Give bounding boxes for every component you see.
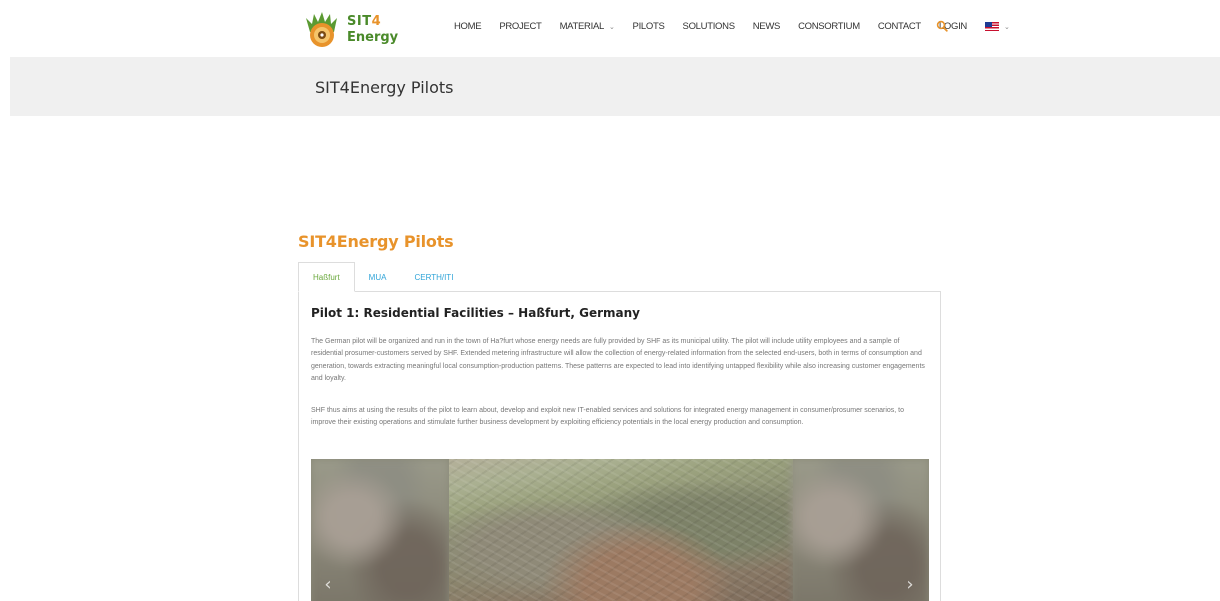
site-header: SIT4 Energy HOME PROJECT MATERIAL ⌄ PILOT… bbox=[0, 0, 1220, 57]
us-flag-icon bbox=[984, 22, 999, 31]
site-logo[interactable]: SIT4 Energy bbox=[300, 8, 410, 52]
nav-pilots[interactable]: PILOTS bbox=[633, 21, 665, 32]
nav-home[interactable]: HOME bbox=[454, 21, 482, 32]
pilot-description-paragraph: SHF thus aims at using the results of th… bbox=[311, 407, 904, 427]
page-title-band: SIT4Energy Pilots bbox=[10, 57, 1220, 116]
tab-hassfurt[interactable]: Haßfurt bbox=[298, 262, 355, 292]
aerial-town-photo bbox=[449, 459, 793, 601]
pilot-tabs: Haßfurt MUA CERTH/ITI bbox=[298, 262, 467, 292]
chevron-right-icon[interactable]: › bbox=[903, 573, 917, 595]
chevron-down-icon: ⌄ bbox=[1003, 23, 1010, 31]
nav-contact[interactable]: CONTACT bbox=[878, 21, 921, 32]
tab-mua[interactable]: MUA bbox=[355, 262, 401, 292]
language-selector[interactable]: ⌄ bbox=[984, 22, 1010, 31]
image-carousel[interactable]: ‹ › bbox=[311, 459, 929, 601]
logo-text-sit4: SIT4 bbox=[347, 14, 382, 29]
chevron-down-icon: ⌄ bbox=[608, 23, 615, 31]
section-heading: SIT4Energy Pilots bbox=[298, 232, 454, 251]
logo-text-energy: Energy bbox=[347, 30, 399, 45]
search-icon[interactable] bbox=[936, 20, 948, 32]
nav-solutions[interactable]: SOLUTIONS bbox=[683, 21, 736, 32]
chevron-left-icon[interactable]: ‹ bbox=[321, 573, 335, 595]
page-title: SIT4Energy Pilots bbox=[315, 78, 454, 97]
nav-consortium[interactable]: CONSORTIUM bbox=[798, 21, 860, 32]
nav-material[interactable]: MATERIAL ⌄ bbox=[560, 21, 615, 32]
pilot-heading: Pilot 1: Residential Facilities – Haßfur… bbox=[311, 306, 640, 320]
tab-panel: Pilot 1: Residential Facilities – Haßfur… bbox=[298, 291, 941, 601]
tab-certh-iti[interactable]: CERTH/ITI bbox=[400, 262, 467, 292]
nav-news[interactable]: NEWS bbox=[753, 21, 781, 32]
pilot-description-paragraph: The German pilot will be organized and r… bbox=[311, 338, 925, 382]
nav-project[interactable]: PROJECT bbox=[499, 21, 542, 32]
logo-badge-icon bbox=[306, 12, 337, 47]
